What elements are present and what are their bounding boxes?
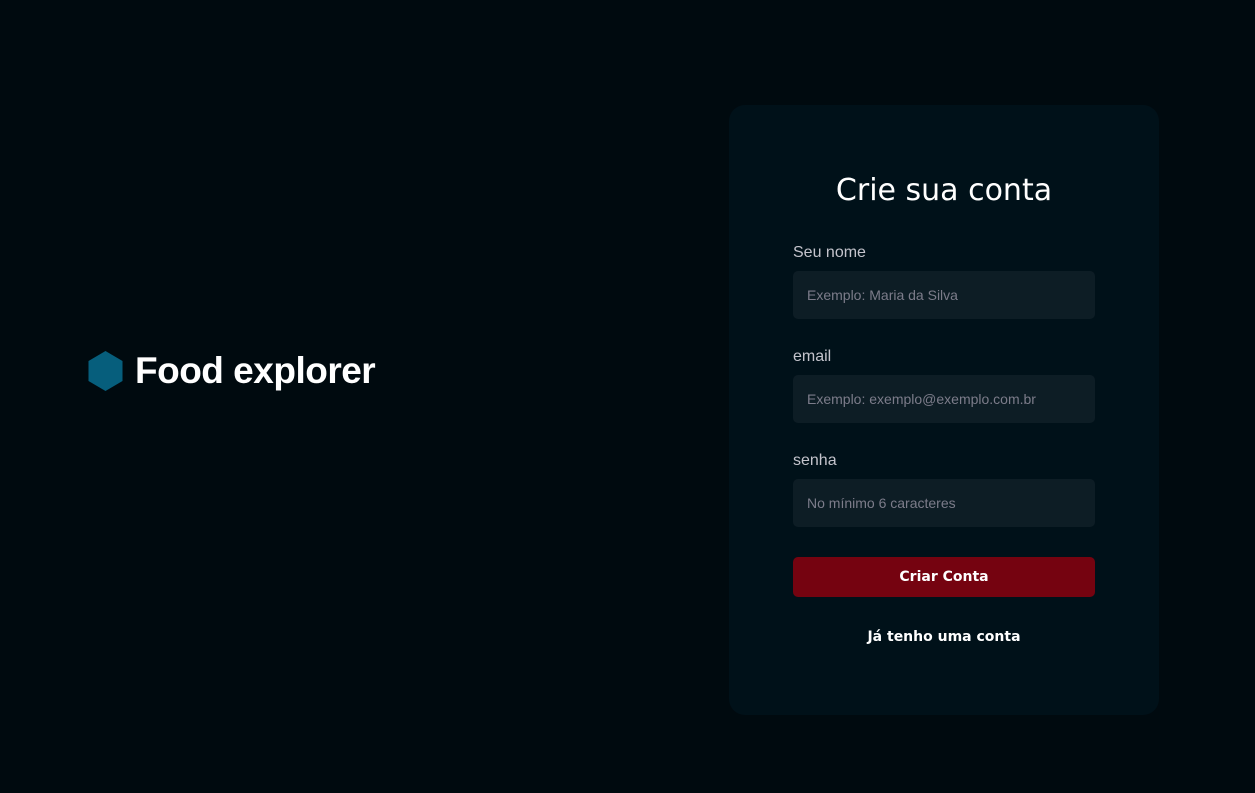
name-input[interactable] — [793, 271, 1095, 319]
hexagon-logo-icon — [88, 351, 123, 391]
password-input[interactable] — [793, 479, 1095, 527]
create-account-button[interactable]: Criar Conta — [793, 557, 1095, 597]
login-link[interactable]: Já tenho uma conta — [729, 629, 1159, 645]
brand-logo: Food explorer — [87, 350, 376, 392]
name-label: Seu nome — [793, 244, 866, 261]
signup-page: Food explorer Crie sua conta Seu nome em… — [0, 0, 1255, 793]
brand-name: Food explorer — [135, 350, 376, 391]
email-input[interactable] — [793, 375, 1095, 423]
form-title: Crie sua conta — [835, 173, 1053, 208]
email-label: email — [793, 348, 832, 365]
password-label: senha — [793, 452, 837, 469]
signup-card: Crie sua conta Seu nome email senha Cria… — [729, 105, 1159, 715]
